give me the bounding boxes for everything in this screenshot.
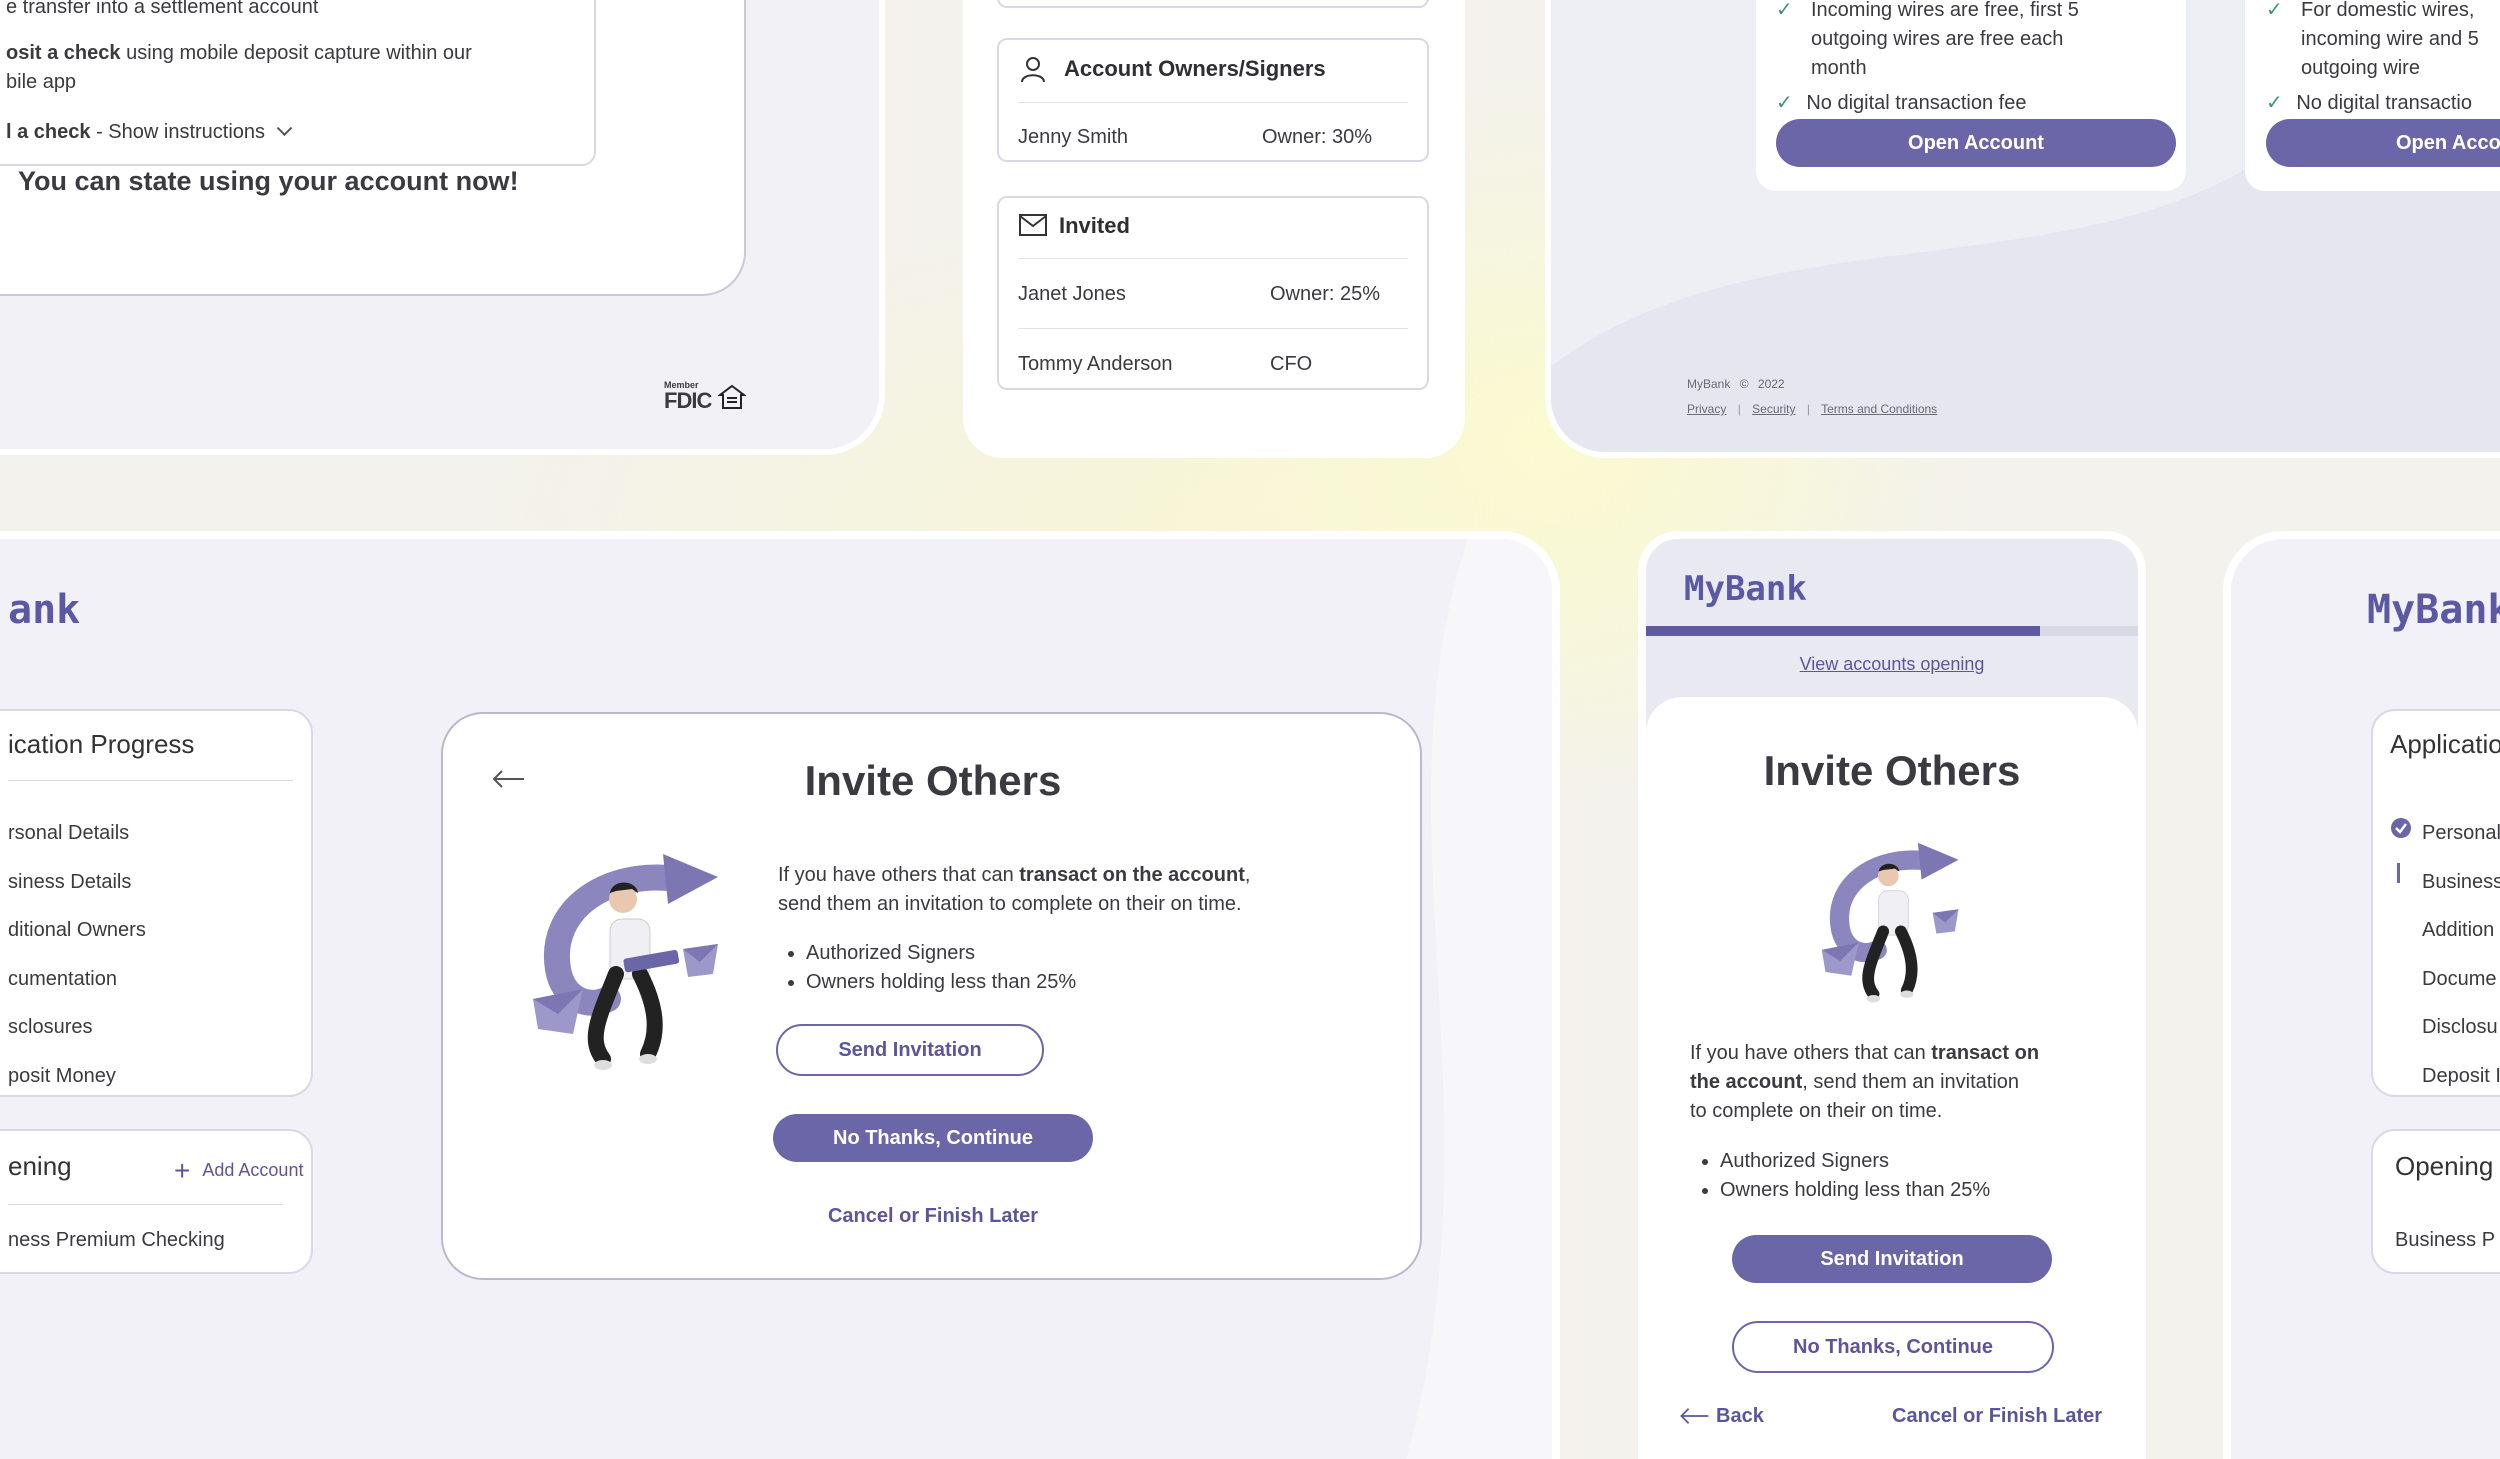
progress-list: Personal Business Addition Docume Disclo…: [2422, 809, 2500, 1100]
cancel-finish-later-link[interactable]: Cancel or Finish Later: [1892, 1405, 2102, 1428]
mobile-invite-panel: MyBank View accounts opening Invite Othe…: [1638, 531, 2146, 1459]
brand-logo: MyBank: [2367, 587, 2500, 633]
owners-panel: Account Owners/Signers Jenny Smith Owner…: [963, 0, 1465, 458]
divider: [1018, 258, 1408, 259]
opening-item[interactable]: ness Premium Checking: [8, 1229, 225, 1252]
invited-name: Janet Jones: [1018, 283, 1126, 305]
brand-logo: ank: [8, 587, 81, 633]
role-item: Authorized Signers: [1720, 1147, 1990, 1176]
progress-item[interactable]: Disclosu: [2422, 1003, 2500, 1052]
state-account-message: You can state using your account now!: [18, 166, 519, 196]
dialog-title: Invite Others: [804, 757, 1062, 804]
view-accounts-link[interactable]: View accounts opening: [1646, 654, 2138, 675]
current-step-marker: [2397, 863, 2400, 883]
invite-illustration: [1812, 839, 1972, 1014]
chevron-down-icon: [276, 120, 292, 137]
owner-name: Jenny Smith: [1018, 126, 1129, 148]
check-icon: ✓: [1776, 92, 1793, 114]
progress-item[interactable]: Addition: [2422, 906, 2500, 955]
user-icon: [1018, 54, 1048, 89]
progress-item[interactable]: cumentation: [8, 955, 146, 1004]
progress-list: rsonal Details siness Details ditional O…: [8, 809, 146, 1100]
owners-prev-box: [997, 0, 1429, 8]
mobile-deposit-text: osit a check using mobile deposit captur…: [6, 42, 472, 64]
opening-title: Opening: [2395, 1151, 2494, 1181]
divider: [1018, 102, 1408, 103]
progress-item[interactable]: posit Money: [8, 1052, 146, 1101]
open-account-button[interactable]: Open Accou: [2266, 119, 2500, 167]
opening-title: ening: [8, 1151, 72, 1181]
role-item: Owners holding less than 25%: [1720, 1176, 1990, 1205]
wire-transfer-text: e transfer into a settlement account: [6, 0, 319, 18]
mail-check-link[interactable]: l a check - Show instructions: [6, 120, 292, 144]
check-icon: ✓: [1776, 0, 1793, 21]
progress-title: Applicatio: [2390, 729, 2500, 759]
brand-logo: MyBank: [1684, 569, 1807, 609]
progress-item[interactable]: Personal: [2422, 809, 2500, 858]
accounts-panel: ✓ Incoming wires are free, first 5 outgo…: [1545, 0, 2500, 458]
terms-link[interactable]: Terms and Conditions: [1821, 402, 1937, 416]
invited-role: Owner: 25%: [1270, 283, 1381, 305]
security-link[interactable]: Security: [1752, 402, 1795, 416]
invited-name: Tommy Anderson: [1018, 353, 1173, 375]
progress-item[interactable]: Docume: [2422, 955, 2500, 1004]
check-icon: ✓: [2266, 92, 2283, 114]
desktop-invite-panel: ank ication Progress rsonal Details sine…: [0, 531, 1560, 1459]
progress-item[interactable]: siness Details: [8, 858, 146, 907]
send-invitation-button[interactable]: Send Invitation: [1732, 1235, 2052, 1283]
progress-item[interactable]: rsonal Details: [8, 809, 146, 858]
privacy-link[interactable]: Privacy: [1687, 402, 1726, 416]
opening-item[interactable]: Business P: [2395, 1229, 2495, 1252]
role-item: Owners holding less than 25%: [806, 968, 1076, 997]
no-thanks-continue-button[interactable]: No Thanks, Continue: [1732, 1321, 2054, 1373]
send-invitation-button[interactable]: Send Invitation: [776, 1024, 1044, 1076]
feature-1: ✓ Incoming wires are free, first 5 outgo…: [1776, 0, 2079, 83]
divider: [1018, 328, 1408, 329]
feature-2: ✓ No digital transactio: [2266, 92, 2472, 114]
footer-links: Privacy | Security | Terms and Condition…: [1687, 402, 1938, 416]
plus-icon: +: [174, 1155, 191, 1186]
equal-housing-icon: [717, 384, 747, 417]
footer-copyright: MyBank © 2022: [1687, 377, 1785, 391]
back-arrow-icon[interactable]: [491, 769, 525, 794]
check-icon: ✓: [2266, 0, 2283, 21]
progress-title: ication Progress: [8, 729, 195, 759]
owner-role: Owner: 30%: [1262, 126, 1373, 148]
progress-item[interactable]: Business: [2422, 858, 2500, 907]
progress-fill: [1646, 626, 2040, 636]
mobile-intro: If you have others that can transact on …: [1690, 1042, 2040, 1122]
back-arrow-icon: [1680, 1408, 1709, 1424]
role-list: Authorized Signers Owners holding less t…: [1720, 1147, 1990, 1205]
cancel-finish-later-link[interactable]: Cancel or Finish Later: [748, 1205, 1118, 1228]
invited-title: Invited: [1059, 213, 1130, 238]
role-list: Authorized Signers Owners holding less t…: [806, 939, 1076, 997]
role-item: Authorized Signers: [806, 939, 1076, 968]
top-left-panel: e transfer into a settlement account osi…: [0, 0, 885, 455]
progress-item[interactable]: sclosures: [8, 1003, 146, 1052]
add-account-button[interactable]: + Add Account: [174, 1155, 303, 1187]
invite-illustration: [528, 849, 728, 1084]
application-panel-right: MyBank Applicatio Personal Business Addi…: [2223, 531, 2500, 1459]
mobile-deposit-text-2: bile app: [6, 71, 77, 93]
progress-item[interactable]: Deposit I: [2422, 1052, 2500, 1101]
owners-title: Account Owners/Signers: [1064, 56, 1326, 81]
dialog-intro: If you have others that can transact on …: [778, 864, 1251, 915]
divider: [8, 780, 293, 781]
no-thanks-continue-button[interactable]: No Thanks, Continue: [773, 1114, 1093, 1162]
open-account-button[interactable]: Open Account: [1776, 119, 2176, 167]
check-circle-icon: [2391, 818, 2411, 843]
progress-track: [1646, 626, 2138, 636]
invited-role: CFO: [1270, 353, 1313, 375]
feature-2: ✓ No digital transaction fee: [1776, 92, 2027, 114]
back-button[interactable]: Back: [1678, 1405, 1764, 1428]
mail-icon: [1018, 212, 1048, 243]
divider: [8, 1204, 283, 1205]
mobile-title: Invite Others: [1763, 747, 2021, 794]
progress-item[interactable]: ditional Owners: [8, 906, 146, 955]
feature-1: ✓ For domestic wires, incoming wire and …: [2266, 0, 2479, 83]
fdic-logo: Member FDIC: [664, 380, 712, 413]
